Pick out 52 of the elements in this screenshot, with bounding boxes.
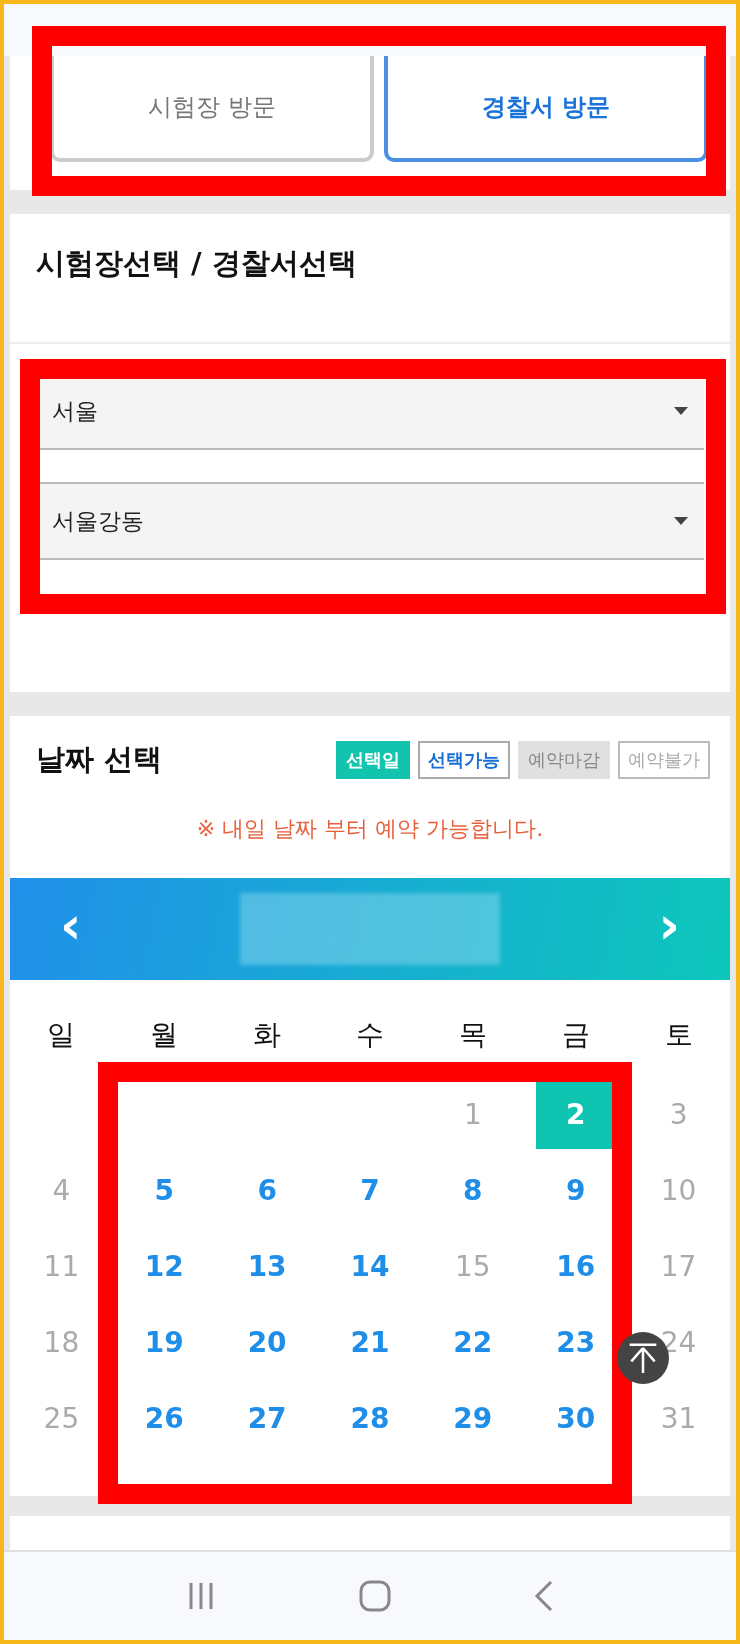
calendar-day[interactable]: 28 [342, 1383, 398, 1453]
weekday-label: 월 [149, 1017, 180, 1053]
home-icon[interactable] [359, 1580, 391, 1612]
calendar-day[interactable]: 6 [239, 1155, 296, 1225]
calendar-day[interactable]: 26 [136, 1383, 193, 1453]
calendar-day[interactable]: 8 [444, 1155, 501, 1225]
caret-icon [674, 517, 688, 525]
section-title: 날짜 선택 [36, 741, 163, 778]
next-month-button[interactable]: › [648, 899, 690, 959]
calendar-day[interactable]: 9 [547, 1155, 604, 1225]
calendar-day[interactable]: 5 [136, 1155, 193, 1225]
visit-tab[interactable]: 경찰서 방문 [384, 56, 708, 162]
weekday-label: 일 [46, 1017, 77, 1053]
calendar-day[interactable]: 20 [239, 1307, 296, 1377]
legend-tag: 예약불가 [618, 741, 710, 779]
notice-text: ※ 내일 날짜 부터 예약 가능합니다. [195, 815, 545, 843]
calendar-day[interactable]: 16 [547, 1231, 604, 1301]
calendar-day[interactable]: 12 [136, 1231, 193, 1301]
calendar-day: 1 [444, 1079, 501, 1149]
calendar-day[interactable]: 21 [342, 1307, 398, 1377]
calendar-day: 25 [33, 1383, 90, 1453]
weekday-label: 토 [663, 1017, 694, 1053]
back-icon[interactable] [534, 1580, 555, 1612]
previous-month-button[interactable]: ‹ [50, 899, 92, 959]
calendar-day[interactable]: 30 [547, 1383, 604, 1453]
calendar-day: 17 [650, 1231, 707, 1301]
legend-tag: 예약마감 [518, 741, 610, 779]
calendar-day[interactable]: 27 [239, 1383, 296, 1453]
calendar-day: 10 [650, 1155, 707, 1225]
section-title: 시험장선택 / 경찰서선택 [35, 245, 358, 282]
weekday-label: 목 [457, 1017, 488, 1053]
calendar-day[interactable]: 19 [136, 1307, 193, 1377]
calendar-day: 18 [33, 1307, 90, 1377]
calendar-day: 11 [33, 1231, 90, 1301]
arrow-to-top-icon [628, 1341, 658, 1375]
calendar-day[interactable]: 14 [342, 1231, 398, 1301]
calendar-day[interactable]: 22 [444, 1307, 501, 1377]
legend-tag: 선택일 [336, 741, 410, 779]
weekday-label: 수 [355, 1017, 385, 1053]
calendar-day[interactable]: 23 [547, 1307, 604, 1377]
caret-icon [674, 407, 688, 415]
calendar-day: 4 [33, 1155, 90, 1225]
visit-tab[interactable]: 시험장 방문 [50, 56, 374, 162]
calendar-day: 3 [650, 1079, 707, 1149]
calendar-day[interactable]: 13 [239, 1231, 296, 1301]
legend-tag: 선택가능 [418, 741, 510, 779]
weekday-label: 금 [560, 1017, 591, 1053]
weekday-label: 화 [252, 1017, 283, 1053]
calendar-day: 15 [444, 1231, 501, 1301]
calendar-day[interactable]: 29 [444, 1383, 501, 1453]
calendar-day: 31 [650, 1383, 707, 1453]
calendar-day[interactable]: 7 [342, 1155, 398, 1225]
